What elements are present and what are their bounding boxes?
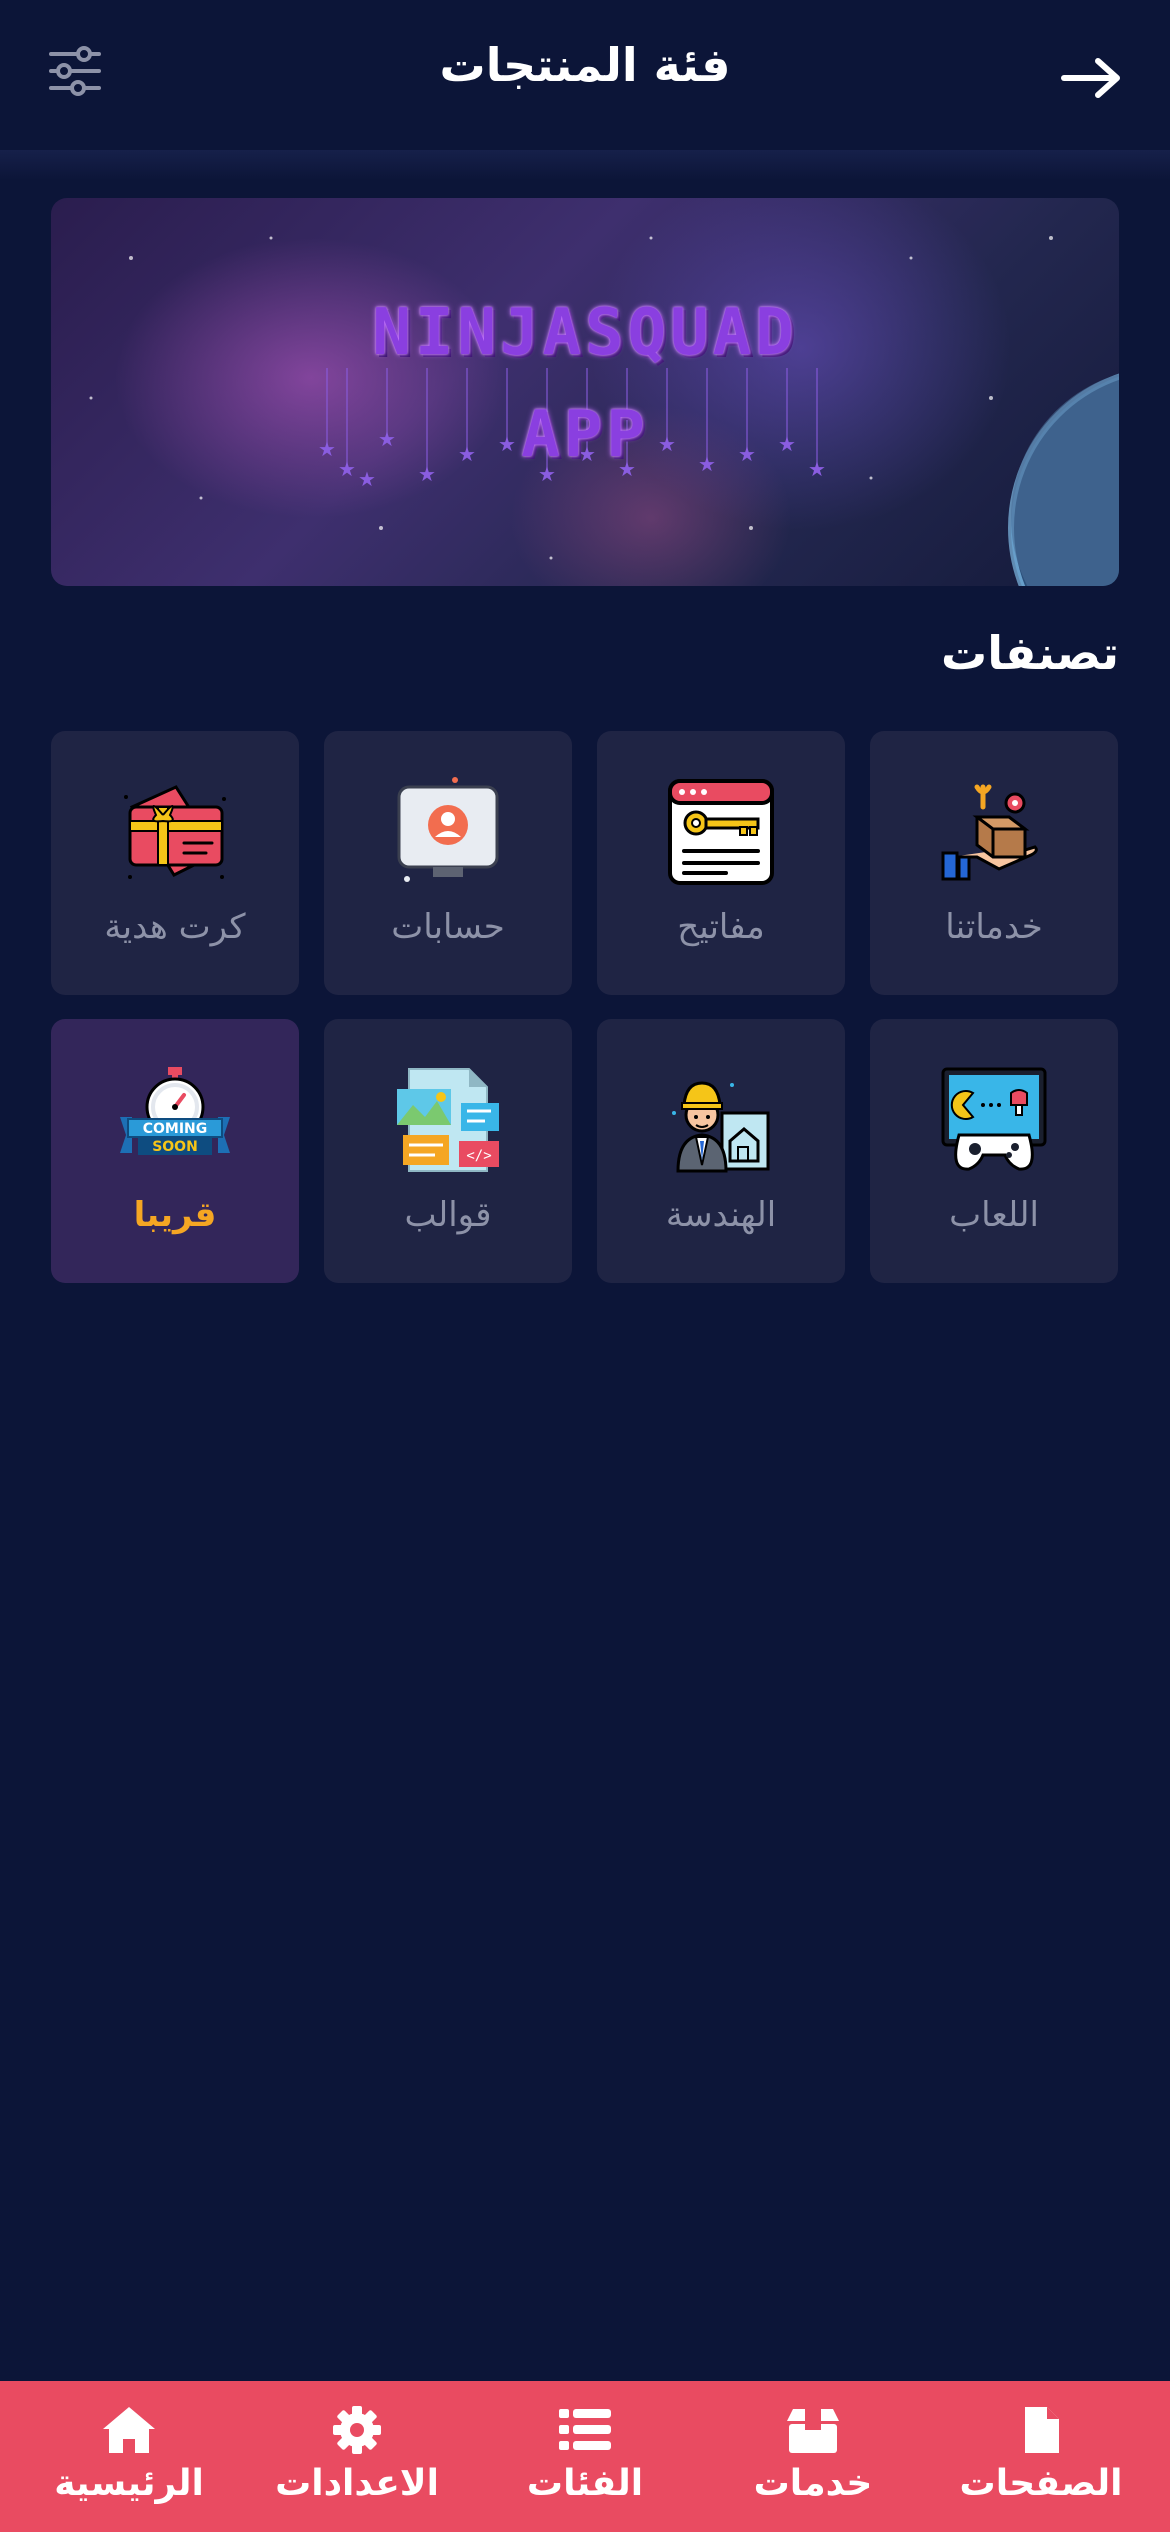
gear-icon xyxy=(333,2406,381,2454)
category-tile-services[interactable]: خدماتنا xyxy=(870,731,1118,995)
gift-card-icon xyxy=(124,785,226,879)
category-label: مفاتيح xyxy=(677,907,765,947)
section-title: تصنفات xyxy=(941,626,1119,680)
category-label: قوالب xyxy=(404,1195,492,1235)
keys-icon xyxy=(668,779,774,885)
page-icon xyxy=(1025,2407,1059,2453)
accounts-icon xyxy=(397,777,499,882)
top-bar-shadow xyxy=(0,150,1170,180)
nav-label: الفئات xyxy=(526,2463,644,2504)
category-label: حسابات xyxy=(391,907,505,947)
back-arrow-icon[interactable] xyxy=(1060,56,1122,100)
nav-item-home[interactable]: الرئيسية xyxy=(12,2381,246,2532)
badge-text: COMING xyxy=(143,1121,208,1137)
nav-item-settings[interactable]: الاعدادات xyxy=(240,2381,474,2532)
bottom-nav: الرئيسية الاعدادات الفئات خدمات الصفحات xyxy=(0,2381,1170,2532)
list-icon xyxy=(559,2409,611,2450)
category-label: كرت هدية xyxy=(104,907,246,947)
category-tile-engineering[interactable]: الهندسة xyxy=(597,1019,845,1283)
category-label: اللعاب xyxy=(949,1195,1039,1235)
nav-item-categories[interactable]: الفئات xyxy=(468,2381,702,2532)
nav-label: الصفحات xyxy=(959,2463,1123,2504)
nav-item-pages[interactable]: الصفحات xyxy=(924,2381,1158,2532)
nav-item-services[interactable]: خدمات xyxy=(696,2381,930,2532)
services-icon xyxy=(941,784,1038,881)
page-title: فئة المنتجات xyxy=(439,38,731,92)
top-bar: فئة المنتجات xyxy=(0,0,1170,150)
category-tile-accounts[interactable]: حسابات xyxy=(324,731,572,995)
home-icon xyxy=(103,2407,155,2453)
category-tile-templates[interactable]: </> قوالب xyxy=(324,1019,572,1283)
category-tile-coming-soon[interactable]: COMING SOON قريبا xyxy=(51,1019,299,1283)
category-label: قريبا xyxy=(133,1195,217,1235)
engineering-icon xyxy=(672,1081,770,1173)
banner-title: NINJASQUAD xyxy=(372,296,798,370)
category-label: خدماتنا xyxy=(945,907,1043,947)
badge-text: SOON xyxy=(152,1139,198,1155)
promo-banner[interactable]: ★ ★ ★ ★ ★ ★ ★ ★ ★ ★ ★ ★ ★ ★ ★ NINJASQUAD APP xyxy=(51,198,1119,586)
games-icon xyxy=(941,1067,1047,1171)
coming-soon-icon: COMING SOON xyxy=(120,1067,230,1155)
category-tile-games[interactable]: اللعاب xyxy=(870,1019,1118,1283)
nav-label: الاعدادات xyxy=(275,2463,439,2504)
category-tile-gift-card[interactable]: كرت هدية xyxy=(51,731,299,995)
templates-icon: </> xyxy=(397,1068,499,1172)
nav-label: خدمات xyxy=(753,2463,873,2504)
category-tile-keys[interactable]: مفاتيح xyxy=(597,731,845,995)
nav-label: الرئيسية xyxy=(54,2463,204,2504)
banner-subtitle: APP xyxy=(521,398,649,472)
banner-decoration: ★★★ ★★ ★ ★★★ ★★ ★ ★★★ xyxy=(89,236,1119,586)
box-icon xyxy=(787,2409,839,2453)
svg-text:</>: </> xyxy=(466,1148,491,1164)
category-label: الهندسة xyxy=(665,1195,777,1235)
